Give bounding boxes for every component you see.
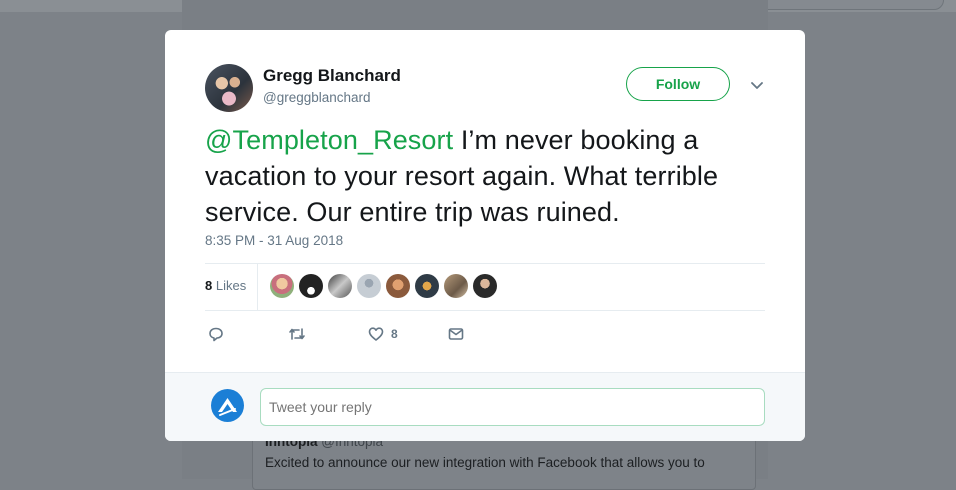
liker-avatar[interactable] bbox=[328, 274, 352, 298]
like-button[interactable]: 8 bbox=[367, 324, 398, 344]
like-count: 8 bbox=[391, 327, 398, 341]
liker-avatar[interactable] bbox=[357, 274, 381, 298]
envelope-icon bbox=[448, 328, 464, 340]
reply-button[interactable] bbox=[207, 324, 225, 344]
tweet-modal: Gregg Blanchard @greggblanchard Follow @… bbox=[165, 30, 805, 441]
direct-message-button[interactable] bbox=[447, 324, 465, 344]
retweet-icon bbox=[289, 328, 305, 340]
likes-number: 8 bbox=[205, 278, 213, 293]
mention-link[interactable]: @Templeton_Resort bbox=[205, 125, 453, 155]
tweet-timestamp[interactable]: 8:35 PM - 31 Aug 2018 bbox=[205, 233, 343, 248]
retweet-button[interactable] bbox=[287, 324, 307, 344]
likes-count[interactable]: 8 Likes bbox=[205, 278, 246, 293]
current-user-avatar[interactable] bbox=[211, 389, 244, 422]
author-handle[interactable]: @greggblanchard bbox=[263, 90, 371, 105]
chevron-down-icon[interactable] bbox=[748, 76, 766, 94]
follow-button[interactable]: Follow bbox=[626, 67, 730, 101]
divider-top bbox=[205, 263, 765, 264]
liker-avatar[interactable] bbox=[270, 274, 294, 298]
liker-avatar[interactable] bbox=[444, 274, 468, 298]
reply-input[interactable] bbox=[260, 388, 765, 426]
reply-icon bbox=[209, 327, 223, 342]
liker-avatar[interactable] bbox=[299, 274, 323, 298]
background-card-text: Excited to announce our new integration … bbox=[265, 455, 705, 470]
divider-bottom bbox=[205, 310, 765, 311]
heart-icon bbox=[368, 327, 384, 341]
tweet-text: @Templeton_Resort I’m never booking a va… bbox=[205, 122, 765, 230]
author-name[interactable]: Gregg Blanchard bbox=[263, 66, 401, 86]
reply-area bbox=[165, 372, 805, 441]
liker-avatar[interactable] bbox=[415, 274, 439, 298]
liker-avatar[interactable] bbox=[473, 274, 497, 298]
author-avatar[interactable] bbox=[205, 64, 253, 112]
likes-separator bbox=[257, 264, 258, 310]
logo-icon bbox=[218, 398, 237, 416]
likes-label: Likes bbox=[215, 278, 247, 293]
liker-avatar[interactable] bbox=[386, 274, 410, 298]
